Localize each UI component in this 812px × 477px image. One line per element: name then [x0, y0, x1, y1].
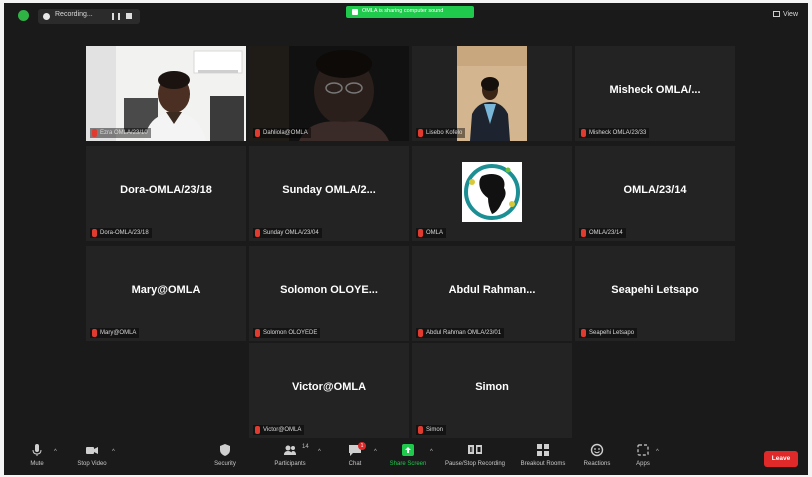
top-bar: Recording... OMLA is sharing computer so…: [4, 3, 808, 31]
participant-name: Dahliola@OMLA: [253, 128, 311, 138]
share-options-chevron-up-icon[interactable]: ^: [430, 449, 433, 455]
share-banner-text: OMLA is sharing computer sound: [362, 8, 444, 14]
muted-mic-icon: [92, 229, 97, 237]
muted-mic-icon: [255, 426, 260, 434]
participant-tile[interactable]: Simon Simon: [412, 343, 572, 438]
muted-mic-icon: [581, 129, 586, 137]
participant-tile[interactable]: Abdul Rahman... Abdul Rahman OMLA/23/01: [412, 246, 572, 341]
participant-tile[interactable]: Ezra OMLA/23/10: [86, 46, 246, 141]
muted-mic-icon: [92, 129, 97, 137]
participant-tile-active-speaker[interactable]: Dahliola@OMLA: [249, 46, 409, 141]
participant-name: Sunday OMLA/23/04: [253, 228, 322, 238]
participant-name: Victor@OMLA: [253, 425, 305, 435]
participant-tile[interactable]: OMLA: [412, 146, 572, 241]
participant-tile[interactable]: Seapehi Letsapo Seapehi Letsapo: [575, 246, 735, 341]
participant-tile[interactable]: Solomon OLOYE... Solomon OLOYEDE: [249, 246, 409, 341]
participant-name: Seapehi Letsapo: [579, 328, 638, 338]
mute-button[interactable]: Mute: [22, 443, 52, 467]
participant-name: Solomon OLOYEDE: [253, 328, 321, 338]
audio-options-chevron-up-icon[interactable]: ^: [54, 449, 57, 455]
reactions-icon: [590, 443, 604, 457]
participant-tile[interactable]: Dora-OMLA/23/18 Dora-OMLA/23/18: [86, 146, 246, 241]
zoom-meeting-window: Recording... OMLA is sharing computer so…: [4, 3, 808, 475]
participant-display-name: Abdul Rahman...: [448, 284, 536, 296]
participant-video: [86, 46, 246, 141]
share-screen-icon: [402, 444, 414, 456]
participant-name: Abdul Rahman OMLA/23/01: [416, 328, 505, 338]
participant-name: Misheck OMLA/23/33: [579, 128, 650, 138]
muted-mic-icon: [92, 329, 97, 337]
participants-icon: [284, 445, 296, 455]
participant-name: Simon: [416, 425, 447, 435]
participant-display-name: Mary@OMLA: [131, 284, 201, 296]
apps-button[interactable]: Apps: [630, 443, 656, 467]
security-button[interactable]: Security: [210, 443, 240, 467]
participant-name: Dora-OMLA/23/18: [90, 228, 152, 238]
participant-display-name: Sunday OMLA/2...: [282, 184, 376, 196]
participant-name: Mary@OMLA: [90, 328, 140, 338]
stop-recording-icon[interactable]: [126, 13, 132, 19]
share-sound-icon: [352, 9, 358, 15]
participant-name: Ezra OMLA/23/10: [90, 128, 151, 138]
participant-tile[interactable]: Misheck OMLA/... Misheck OMLA/23/33: [575, 46, 735, 141]
breakout-rooms-button[interactable]: Breakout Rooms: [516, 443, 570, 467]
pause-stop-icon: [468, 445, 482, 454]
participant-display-name: Simon: [475, 381, 509, 393]
participant-display-name: Seapehi Letsapo: [611, 284, 699, 296]
recording-label: Recording...: [55, 11, 93, 18]
shield-icon: [220, 444, 230, 456]
participant-tile[interactable]: Mary@OMLA Mary@OMLA: [86, 246, 246, 341]
muted-mic-icon: [418, 426, 423, 434]
recording-indicator: Recording...: [38, 9, 140, 24]
muted-mic-icon: [581, 329, 586, 337]
participant-display-name: Victor@OMLA: [291, 381, 367, 393]
video-options-chevron-up-icon[interactable]: ^: [112, 449, 115, 455]
participant-name: Lisebo Kofelo: [416, 128, 466, 138]
participant-display-name: OMLA/23/14: [623, 184, 687, 196]
recording-dot-icon: [43, 13, 50, 20]
muted-mic-icon: [418, 229, 423, 237]
view-button[interactable]: View: [772, 11, 798, 18]
leave-button[interactable]: Leave: [764, 451, 798, 467]
microphone-icon: [32, 444, 42, 456]
chat-unread-badge: 1: [358, 442, 366, 450]
participants-count: 14: [302, 444, 309, 450]
participant-display-name: Misheck OMLA/...: [609, 84, 701, 96]
muted-mic-icon: [255, 129, 260, 137]
participant-video: [412, 46, 572, 141]
chat-options-chevron-up-icon[interactable]: ^: [374, 449, 377, 455]
participants-options-chevron-up-icon[interactable]: ^: [318, 449, 321, 455]
participant-tile[interactable]: Lisebo Kofelo: [412, 46, 572, 141]
muted-mic-icon: [255, 329, 260, 337]
pause-stop-recording-button[interactable]: Pause/Stop Recording: [440, 443, 510, 467]
participant-name: OMLA: [416, 228, 447, 238]
share-banner[interactable]: OMLA is sharing computer sound: [346, 6, 474, 18]
share-screen-button[interactable]: Share Screen: [385, 443, 431, 467]
participant-tile[interactable]: Victor@OMLA Victor@OMLA: [249, 343, 409, 438]
pause-recording-icon[interactable]: [112, 13, 120, 20]
muted-mic-icon: [581, 229, 586, 237]
muted-mic-icon: [418, 329, 423, 337]
meeting-toolbar: Mute ^ Stop Video ^ Security Participant…: [4, 441, 808, 475]
reactions-button[interactable]: Reactions: [578, 443, 616, 467]
apps-icon: [637, 444, 649, 456]
omla-africa-logo-icon: [412, 146, 572, 241]
grid-view-icon: [772, 11, 780, 17]
participant-tile[interactable]: OMLA/23/14 OMLA/23/14: [575, 146, 735, 241]
participant-display-name: Solomon OLOYE...: [280, 284, 378, 296]
stop-video-button[interactable]: Stop Video: [72, 443, 112, 467]
muted-mic-icon: [255, 229, 260, 237]
apps-options-chevron-up-icon[interactable]: ^: [656, 449, 659, 455]
video-camera-icon: [86, 447, 98, 454]
security-shield-icon[interactable]: [18, 10, 29, 21]
breakout-rooms-icon: [537, 444, 549, 456]
participant-tile[interactable]: Sunday OMLA/2... Sunday OMLA/23/04: [249, 146, 409, 241]
participant-name: OMLA/23/14: [579, 228, 626, 238]
view-label: View: [782, 11, 798, 18]
participant-display-name: Dora-OMLA/23/18: [120, 184, 212, 196]
muted-mic-icon: [418, 129, 423, 137]
participant-video: [249, 46, 409, 141]
